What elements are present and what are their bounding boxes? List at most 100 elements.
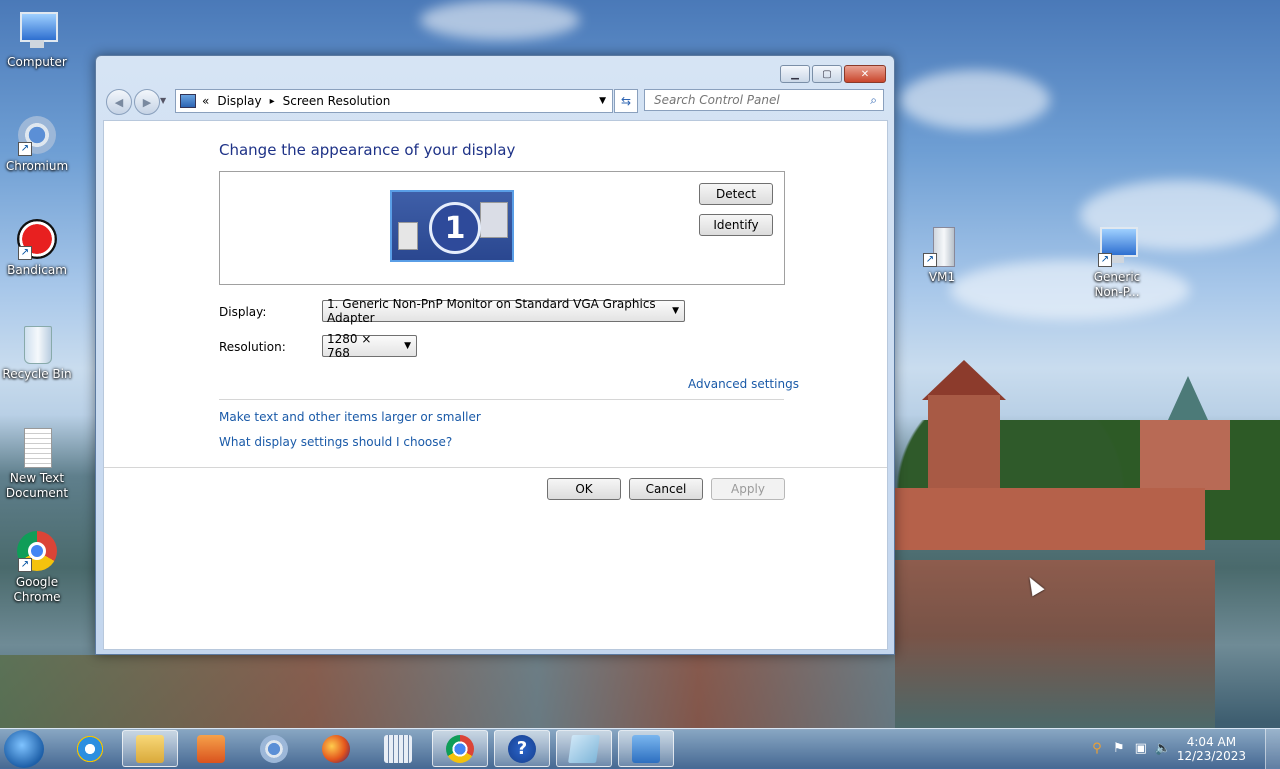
page-title: Change the appearance of your display <box>219 141 516 159</box>
breadcrumb-screen-resolution[interactable]: Screen Resolution <box>283 94 391 108</box>
taskbar-chromium[interactable] <box>246 730 302 767</box>
system-tray: ⚲ ⚑ ▣ 🔈 4:04 AM 12/23/2023 <box>1089 734 1246 764</box>
resolution-select[interactable]: 1280 × 768 ▼ <box>322 332 417 360</box>
ok-button[interactable]: OK <box>547 478 621 500</box>
content-pane: Change the appearance of your display 1 … <box>103 120 888 650</box>
taskbar-on-screen-keyboard[interactable] <box>370 730 426 767</box>
start-button[interactable] <box>4 730 44 768</box>
shortcut-arrow-icon: ↗ <box>18 246 32 260</box>
display-select-value: 1. Generic Non-PnP Monitor on Standard V… <box>327 297 656 325</box>
chevron-down-icon: ▼ <box>404 341 411 351</box>
monitor-1-thumbnail[interactable]: 1 <box>390 190 514 262</box>
text-document-icon <box>16 426 58 468</box>
back-button[interactable]: ◀ <box>106 89 132 115</box>
taskbar-notepad[interactable] <box>556 730 612 767</box>
breadcrumb-display[interactable]: Display <box>217 94 261 108</box>
maximize-button[interactable]: ▢ <box>812 65 842 83</box>
display-select[interactable]: 1. Generic Non-PnP Monitor on Standard V… <box>322 297 685 325</box>
taskbar: ? ⚲ ⚑ ▣ 🔈 4:04 AM 12/23/2023 <box>0 728 1280 769</box>
castle-wall <box>895 488 1205 550</box>
close-button[interactable]: ✕ <box>844 65 886 83</box>
folder-icon <box>136 734 164 763</box>
castle-tower <box>928 395 1000 495</box>
recent-pages-dropdown-icon[interactable]: ▼ <box>160 96 166 105</box>
desktop-icon-bandicam[interactable]: ↗ Bandicam <box>0 218 74 278</box>
identify-button[interactable]: Identify <box>699 214 773 236</box>
volume-muted-icon[interactable]: 🔈 <box>1155 741 1171 757</box>
notepad-icon <box>568 734 600 763</box>
help-icon: ? <box>508 734 536 763</box>
window-thumbnail <box>398 222 418 250</box>
display-label: Display: <box>219 305 267 319</box>
internet-explorer-icon <box>76 734 104 763</box>
action-center-icon[interactable]: ⚑ <box>1111 741 1127 757</box>
bandicam-icon: ↗ <box>16 218 58 260</box>
breadcrumb-separator-icon[interactable]: ▸ <box>270 96 275 107</box>
desktop-icon-label: Bandicam <box>7 263 67 277</box>
forward-arrow-icon: ▶ <box>142 95 152 109</box>
apply-button[interactable]: Apply <box>711 478 785 500</box>
taskbar-media-player[interactable] <box>183 730 239 767</box>
desktop-icon-new-text-document[interactable]: New Text Document <box>0 426 74 501</box>
window-thumbnail <box>480 202 508 238</box>
control-panel-icon <box>632 734 660 763</box>
address-bar[interactable]: « Display ▸ Screen Resolution ▼ <box>175 89 613 113</box>
desktop-icon-label: Generic Non-P... <box>1093 270 1141 299</box>
desktop-icon-computer[interactable]: Computer <box>0 10 74 70</box>
show-desktop-button[interactable] <box>1265 729 1280 769</box>
chromium-icon: ↗ <box>16 114 58 156</box>
advanced-settings-link[interactable]: Advanced settings <box>688 377 799 391</box>
shortcut-arrow-icon: ↗ <box>923 253 937 267</box>
refresh-button[interactable]: ⇆ <box>614 89 638 113</box>
taskbar-control-panel[interactable] <box>618 730 674 767</box>
desktop-icon-label: Chromium <box>5 159 69 173</box>
church <box>1140 420 1230 490</box>
taskbar-google-chrome[interactable] <box>432 730 488 767</box>
search-tray-icon[interactable]: ⚲ <box>1089 741 1105 757</box>
search-input[interactable] <box>652 92 856 108</box>
cloud <box>420 0 580 40</box>
monitor-number: 1 <box>429 202 481 254</box>
taskbar-file-explorer[interactable] <box>122 730 178 767</box>
desktop-icon-label: Recycle Bin <box>2 367 72 381</box>
detect-button[interactable]: Detect <box>699 183 773 205</box>
clock[interactable]: 4:04 AM 12/23/2023 <box>1177 735 1246 763</box>
keyboard-icon <box>384 734 412 763</box>
text-size-link[interactable]: Make text and other items larger or smal… <box>219 410 481 424</box>
shortcut-arrow-icon: ↗ <box>18 558 32 572</box>
address-dropdown-icon[interactable]: ▼ <box>599 96 606 106</box>
forward-button[interactable]: ▶ <box>134 89 160 115</box>
firefox-icon <box>322 734 350 763</box>
desktop-icon-generic-monitor[interactable]: ↗ Generic Non-P... <box>1080 225 1154 300</box>
desktop-icon-google-chrome[interactable]: ↗ Google Chrome <box>0 530 74 605</box>
refresh-icon: ⇆ <box>620 94 632 108</box>
divider <box>219 399 784 400</box>
cloud <box>950 260 1190 320</box>
resolution-label: Resolution: <box>219 340 286 354</box>
display-settings-help-link[interactable]: What display settings should I choose? <box>219 435 452 449</box>
cloud <box>900 70 1050 130</box>
taskbar-help[interactable]: ? <box>494 730 550 767</box>
network-icon[interactable]: ▣ <box>1133 741 1149 757</box>
chrome-icon: ↗ <box>16 530 58 572</box>
chrome-icon <box>446 734 474 763</box>
desktop-icon-vm1[interactable]: ↗ VM1 <box>905 225 979 285</box>
control-panel-icon <box>180 94 196 108</box>
cancel-button[interactable]: Cancel <box>629 478 703 500</box>
minimize-icon: ▁ <box>791 68 799 80</box>
minimize-button[interactable]: ▁ <box>780 65 810 83</box>
taskbar-firefox[interactable] <box>308 730 364 767</box>
desktop-icon-recycle-bin[interactable]: Recycle Bin <box>0 322 74 382</box>
taskbar-internet-explorer[interactable] <box>62 730 118 767</box>
clock-date: 12/23/2023 <box>1176 749 1246 763</box>
breadcrumb-chevron[interactable]: « <box>202 94 209 108</box>
resolution-select-value: 1280 × 768 <box>327 332 372 360</box>
media-player-icon <box>197 734 225 763</box>
chromium-icon <box>260 734 288 763</box>
search-box[interactable]: ⌕ <box>644 89 884 111</box>
chevron-down-icon: ▼ <box>672 306 679 316</box>
close-icon: ✕ <box>860 68 870 80</box>
desktop-icon-chromium[interactable]: ↗ Chromium <box>0 114 74 174</box>
castle-roof <box>922 360 1006 400</box>
search-icon[interactable]: ⌕ <box>870 93 877 108</box>
